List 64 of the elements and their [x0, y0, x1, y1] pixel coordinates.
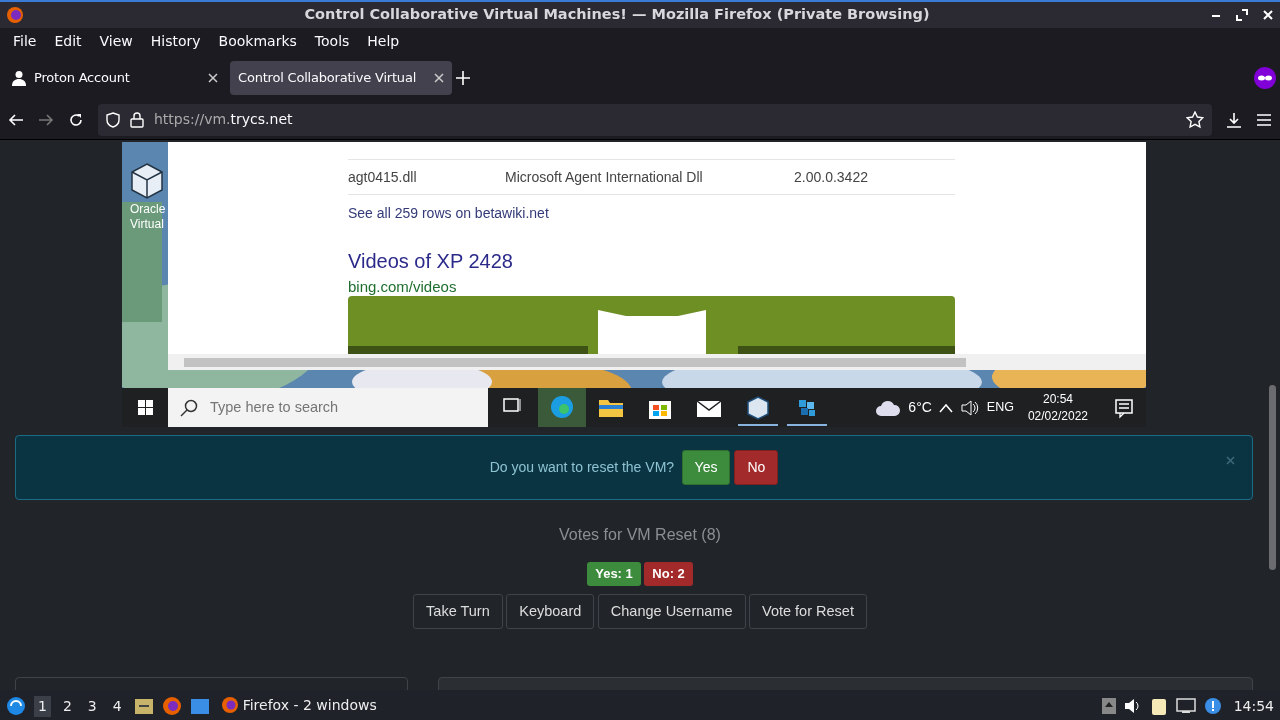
- firefox-icon: [6, 6, 24, 24]
- shield-icon[interactable]: [106, 111, 120, 128]
- search-input[interactable]: Type here to search: [208, 395, 468, 420]
- back-icon[interactable]: [8, 111, 24, 128]
- eject-icon[interactable]: [1102, 698, 1117, 714]
- maximize-icon[interactable]: [1236, 9, 1248, 21]
- page-scrollbar-thumb[interactable]: [1269, 385, 1276, 570]
- menu-item[interactable]: Tools: [305, 31, 359, 52]
- menu-item[interactable]: Bookmarks: [209, 31, 306, 52]
- tab-label: Control Collaborative Virtual: [238, 68, 418, 87]
- start-menu-icon[interactable]: [6, 696, 26, 716]
- menu-item[interactable]: Edit: [45, 31, 91, 52]
- yes-votes: Yes: 1: [587, 562, 641, 586]
- action-button[interactable]: Take Turn: [413, 593, 503, 630]
- window-button-label: Firefox - 2 windows: [242, 695, 377, 715]
- votes-title: Votes for VM Reset (8): [559, 525, 721, 545]
- url-text: https://vm.trycs.net: [154, 110, 293, 129]
- workspace-button[interactable]: 2: [58, 695, 76, 717]
- no-votes: No: 2: [644, 562, 693, 586]
- window-title: Control Collaborative Virtual Machines! — Mozilla Firefox (Private Browsing): [303, 5, 931, 25]
- menu-item[interactable]: View: [90, 31, 142, 52]
- window-icon[interactable]: [189, 697, 210, 715]
- action-button[interactable]: Change Username: [597, 593, 746, 630]
- menu-icon[interactable]: [1256, 112, 1272, 127]
- action-button[interactable]: Keyboard: [506, 593, 595, 630]
- menu-item[interactable]: File: [4, 31, 46, 52]
- firefox-icon[interactable]: [161, 696, 182, 716]
- menu-item[interactable]: History: [141, 31, 210, 52]
- download-icon[interactable]: [1226, 111, 1242, 128]
- star-icon[interactable]: [1186, 110, 1204, 129]
- alert-message: Do you want to reset the VM?: [489, 458, 675, 477]
- clock-date[interactable]: 02/02/2022: [1027, 407, 1088, 425]
- speaker-icon[interactable]: [960, 399, 979, 416]
- workspace-button[interactable]: 1: [34, 695, 51, 717]
- language-indicator[interactable]: ENG: [986, 398, 1014, 417]
- new-tab-icon[interactable]: [456, 70, 470, 85]
- tab-label: Proton Account: [34, 68, 131, 87]
- clock-time[interactable]: 20:54: [1027, 390, 1088, 408]
- address-bar[interactable]: https://vm.trycs.net: [98, 103, 1212, 136]
- lock-icon: [130, 111, 144, 128]
- file-manager-icon[interactable]: [133, 697, 154, 715]
- browser-tab[interactable]: Proton Account: [4, 60, 226, 95]
- panel-clock[interactable]: 14:54: [1233, 695, 1274, 717]
- search-field[interactable]: Type here to search: [168, 388, 488, 427]
- firefox-icon: [221, 696, 240, 714]
- action-button[interactable]: Vote for Reset: [749, 593, 867, 630]
- workspace-button[interactable]: 4: [108, 695, 126, 717]
- yes-button[interactable]: Yes: [681, 450, 731, 485]
- forward-icon[interactable]: [38, 111, 54, 128]
- network-icon[interactable]: [1176, 698, 1197, 714]
- search-icon: [180, 398, 198, 417]
- private-browsing-icon: [1254, 66, 1276, 89]
- workspace-button[interactable]: 3: [83, 695, 101, 717]
- clipboard-icon[interactable]: [1150, 696, 1169, 716]
- no-button[interactable]: No: [734, 450, 779, 485]
- alert-icon[interactable]: [1204, 697, 1223, 715]
- reload-icon[interactable]: [68, 111, 84, 128]
- person-icon: [12, 69, 26, 86]
- weather-temperature: 6°C: [908, 398, 932, 417]
- taskbar-window-button[interactable]: Firefox - 2 windows: [217, 690, 408, 720]
- chevron-up-icon[interactable]: [938, 402, 953, 413]
- browser-tab[interactable]: Control Collaborative Virtual: [230, 60, 452, 95]
- cloud-icon: [875, 398, 902, 417]
- menu-item[interactable]: Help: [358, 31, 409, 52]
